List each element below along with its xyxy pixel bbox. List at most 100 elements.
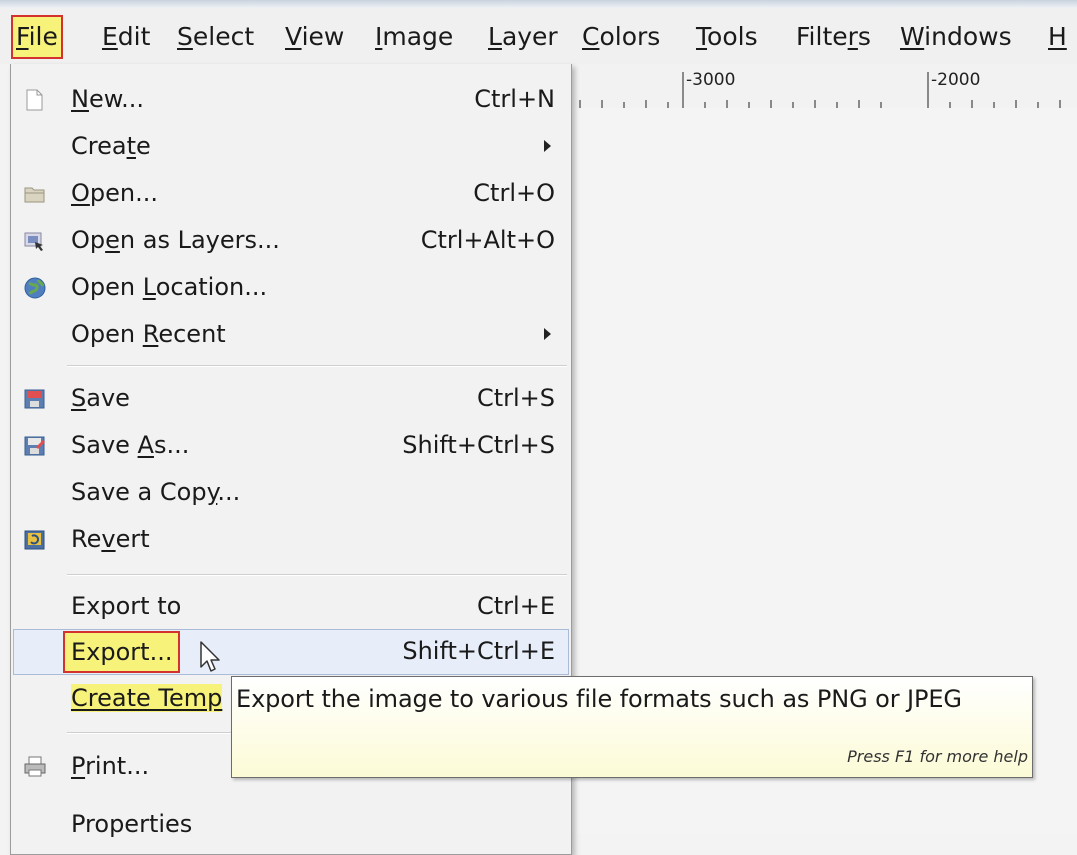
menu-edit[interactable]: Edit (98, 16, 154, 58)
mnemonic: A (137, 431, 154, 459)
mnemonic: L (142, 273, 156, 301)
menu-item-properties[interactable]: Properties (13, 802, 569, 848)
menu-label-part: Filte (796, 22, 848, 51)
menu-separator (67, 574, 567, 576)
menu-item-save[interactable]: Save Ctrl+S (13, 376, 569, 422)
shortcut: Ctrl+Alt+O (420, 226, 555, 254)
mnemonic: S (71, 384, 87, 412)
menu-item-revert[interactable]: Revert (13, 517, 569, 563)
ruler-ticks (579, 72, 1061, 108)
save-as-icon (23, 434, 47, 458)
label-part: Crea (71, 132, 127, 160)
menu-select[interactable]: Select (173, 16, 258, 58)
mnemonic: y (206, 478, 218, 506)
export-tooltip: Export the image to various file formats… (231, 676, 1033, 778)
label-part: ocation... (155, 273, 268, 301)
shortcut: Ctrl+S (476, 384, 555, 412)
menu-mnemonic: H (1048, 22, 1067, 51)
menu-label-part: ools (707, 22, 758, 51)
menu-label-part: olors (599, 22, 661, 51)
menu-item-save-as[interactable]: Save As... Shift+Ctrl+S (13, 423, 569, 469)
save-icon (23, 387, 47, 411)
label-part: e (136, 132, 151, 160)
menu-mnemonic: C (582, 22, 600, 51)
menu-layer[interactable]: Layer (484, 16, 562, 58)
menu-item-label: Create (71, 132, 151, 160)
menu-item-open-as-layers[interactable]: Open as Layers... Ctrl+Alt+O (13, 218, 569, 264)
label-part: ew... (88, 85, 145, 113)
mnemonic: v (101, 525, 116, 553)
menu-label-part: mage (382, 22, 454, 51)
submenu-arrow-icon (544, 140, 551, 152)
shortcut: Ctrl+N (474, 85, 555, 113)
menu-mnemonic: V (285, 22, 302, 51)
label-part: pen... (89, 179, 158, 207)
globe-icon (23, 276, 47, 300)
menu-item-label: Create Temp (71, 684, 223, 712)
menu-label-part: iew (301, 22, 345, 51)
menu-mnemonic: F (16, 22, 29, 51)
menu-item-open-location[interactable]: Open Location... (13, 265, 569, 311)
menu-mnemonic: r (847, 22, 858, 51)
menu-windows[interactable]: Windows (896, 16, 1016, 58)
menubar: File Edit Select View Image Layer Colors… (0, 8, 1077, 64)
menu-item-export-to[interactable]: Export to Ctrl+E (13, 584, 569, 630)
label-part: n as Layers... (119, 226, 280, 254)
new-document-icon (23, 88, 47, 112)
menu-item-export[interactable]: Export... Shift+Ctrl+E (13, 629, 569, 675)
label-part: Re (71, 525, 102, 553)
horizontal-ruler[interactable]: -3000 -2000 (572, 64, 1077, 109)
menu-item-label: Save As... (71, 431, 189, 459)
label-part: Op (71, 226, 106, 254)
menu-item-label: Save (71, 384, 130, 412)
menu-item-open[interactable]: Open... Ctrl+O (13, 171, 569, 217)
menu-item-label: New... (71, 85, 144, 113)
menu-item-label: Open Location... (71, 273, 267, 301)
menu-help[interactable]: H (1044, 16, 1071, 58)
mnemonic: R (142, 320, 159, 348)
menu-mnemonic: E (102, 22, 118, 51)
menu-item-save-a-copy[interactable]: Save a Copy... (13, 470, 569, 516)
menu-mnemonic: L (488, 22, 502, 51)
menu-mnemonic: S (177, 22, 193, 51)
menu-item-open-recent[interactable]: Open Recent (13, 312, 569, 358)
menu-item-label: Print... (71, 752, 149, 780)
menu-item-new[interactable]: New... Ctrl+N (13, 77, 569, 123)
printer-icon (23, 755, 47, 779)
ruler-label: -2000 (931, 70, 981, 90)
menu-separator (67, 365, 567, 367)
shortcut: Ctrl+E (477, 592, 555, 620)
mnemonic: N (71, 85, 89, 113)
menu-filters[interactable]: Filters (792, 16, 875, 58)
label-part: Save a Cop (71, 478, 207, 506)
label-part: rint... (85, 752, 150, 780)
menu-item-label: Export to (71, 592, 182, 620)
label-part: s... (153, 431, 190, 459)
submenu-arrow-icon (544, 328, 551, 340)
menu-mnemonic: W (900, 22, 925, 51)
label-part: Create Temp (71, 684, 223, 712)
menu-mnemonic: T (696, 22, 708, 51)
label-part: ... (217, 478, 241, 506)
label-part: ert (115, 525, 150, 553)
menu-item-create[interactable]: Create (13, 124, 569, 170)
label-part: Open (71, 273, 143, 301)
label-part: Open (71, 320, 143, 348)
label-part: ecent (158, 320, 226, 348)
menu-item-label: Export... (62, 631, 181, 673)
mnemonic: e (105, 226, 120, 254)
menu-file[interactable]: File (11, 15, 63, 59)
open-as-layers-icon (23, 229, 47, 253)
menu-image[interactable]: Image (371, 16, 457, 58)
shortcut: Shift+Ctrl+S (402, 431, 555, 459)
menu-label-part: s (857, 22, 871, 51)
menu-label-part: elect (192, 22, 255, 51)
menu-view[interactable]: View (281, 16, 348, 58)
menu-item-label: Save a Copy... (71, 478, 240, 506)
mnemonic: O (71, 179, 90, 207)
menu-colors[interactable]: Colors (578, 16, 664, 58)
menu-label-part: dit (117, 22, 151, 51)
mnemonic: t (126, 132, 136, 160)
shortcut: Ctrl+O (473, 179, 555, 207)
menu-tools[interactable]: Tools (692, 16, 762, 58)
